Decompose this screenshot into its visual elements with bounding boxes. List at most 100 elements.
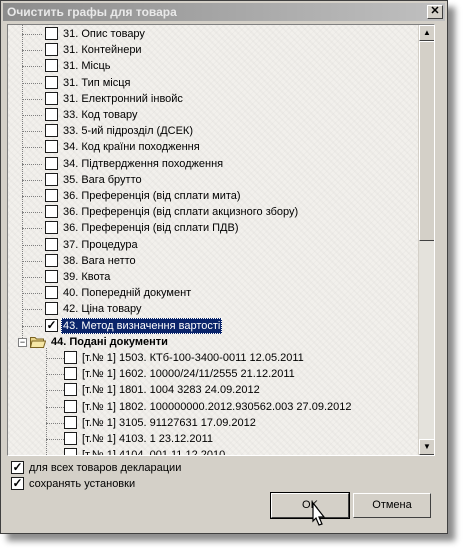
tree-child-label: [т.№ 1] 1602. 10000/24/11/2555 21.12.201… <box>82 368 295 381</box>
tree-item[interactable]: 31. Місць <box>8 58 418 74</box>
tree-item-checkbox[interactable] <box>45 253 58 267</box>
tree-item[interactable]: 38. Вага нетто <box>8 253 418 269</box>
fields-tree[interactable]: ▲ ▼ 31. Опис товару 31. Контейнери 31. Міс… <box>7 24 435 456</box>
tree-child-item[interactable]: [т.№ 1] 1801. 1004 3283 24.09.2012 <box>8 382 418 398</box>
tree-branch-line <box>22 228 42 230</box>
tree-item[interactable]: 31. Тип місця <box>8 75 418 91</box>
tree-child-checkbox[interactable] <box>64 351 77 364</box>
tree-item[interactable]: 33. Код товару <box>8 107 418 123</box>
tree-item[interactable]: 36. Преференція (від сплати ПДВ) <box>8 220 418 236</box>
tree-item-checkbox[interactable] <box>45 189 58 202</box>
tree-item-label: 33. 5-ий підрозділ (ДСЕК) <box>63 125 194 138</box>
tree-item-checkbox[interactable] <box>45 108 58 121</box>
save-settings-label: сохранять установки <box>29 478 136 490</box>
tree-item-label: 42. Ціна товару <box>63 303 142 316</box>
tree-child-checkbox[interactable] <box>64 432 77 445</box>
tree-item-checkbox[interactable] <box>45 43 58 57</box>
tree-item-checkbox[interactable] <box>45 302 58 316</box>
tree-group-label: 44. Подані документи <box>51 335 168 348</box>
vertical-scrollbar[interactable]: ▲ ▼ <box>418 25 434 455</box>
tree-item[interactable]: ✓ 43. Метод визначення вартості <box>8 317 418 334</box>
tree-child-checkbox[interactable] <box>64 383 77 397</box>
tree-item-checkbox[interactable] <box>45 156 58 170</box>
tree-item-checkbox[interactable] <box>45 237 58 251</box>
tree-child-checkbox[interactable] <box>64 448 77 455</box>
tree-item-checkbox[interactable] <box>45 140 58 154</box>
tree-item-label: 31. Електронний інвойс <box>63 92 183 105</box>
tree-group[interactable]: − 44. Подані документи <box>8 334 418 350</box>
tree-child-item[interactable]: [т.№ 1] 3105. 91127631 17.09.2012 <box>8 415 418 431</box>
tree-child-label: [т.№ 1] 1802. 100000000.2012.930562.003 … <box>82 400 352 413</box>
tree-item-label: 37. Процедура <box>63 238 138 251</box>
scroll-down-button[interactable]: ▼ <box>419 439 434 455</box>
tree-item[interactable]: 33. 5-ий підрозділ (ДСЕК) <box>8 123 418 139</box>
tree-item[interactable]: 37. Процедура <box>8 237 418 253</box>
tree-branch-line <box>46 358 64 359</box>
tree-item-label: 40. Попередній документ <box>63 287 192 300</box>
tree-child-label: [т.№ 1] 4104. 001 11.12.2010 <box>82 449 226 456</box>
tree-item-checkbox[interactable] <box>45 270 58 283</box>
scroll-thumb[interactable] <box>419 41 434 241</box>
tree-item-label: 31. Контейнери <box>63 44 142 57</box>
tree-child-item[interactable]: [т.№ 1] 1802. 100000000.2012.930562.003 … <box>8 399 418 415</box>
tree-item[interactable]: 39. Квота <box>8 269 418 285</box>
tree-child-item[interactable]: [т.№ 1] 1503. КТб-100-3400-0011 12.05.20… <box>8 350 418 366</box>
tree-child-checkbox[interactable] <box>64 399 77 413</box>
cancel-button[interactable]: Отмена <box>353 493 431 518</box>
scroll-up-button[interactable]: ▲ <box>419 25 434 41</box>
tree-branch-line <box>22 260 42 262</box>
tree-branch-line <box>22 98 42 100</box>
tree-branch-line <box>46 455 64 456</box>
tree-branch-line <box>46 439 64 440</box>
save-settings-checkbox[interactable]: ✓ <box>11 477 24 490</box>
tree-child-checkbox[interactable] <box>64 367 77 381</box>
tree-child-label: [т.№ 1] 4103. 1 23.12.2011 <box>82 433 214 445</box>
tree-item[interactable]: 36. Преференція (від сплати акцизного зб… <box>8 204 418 220</box>
tree-item[interactable]: 36. Преференція (від сплати мита) <box>8 188 418 204</box>
tree-item-checkbox[interactable] <box>45 172 58 186</box>
tree-branch-line <box>22 82 42 84</box>
tree-item-checkbox[interactable] <box>45 124 58 138</box>
tree-item-checkbox[interactable] <box>45 205 58 219</box>
tree-item[interactable]: 31. Електронний інвойс <box>8 91 418 107</box>
tree-item-checkbox[interactable] <box>45 286 58 300</box>
tree-item[interactable]: 31. Опис товару <box>8 26 418 42</box>
tree-child-label: [т.№ 1] 1801. 1004 3283 24.09.2012 <box>82 384 260 397</box>
tree-item-label: 31. Місць <box>63 60 111 73</box>
tree-item-checkbox[interactable]: ✓ <box>45 318 58 332</box>
tree-branch-line <box>22 179 42 181</box>
tree-item-checkbox[interactable] <box>45 221 58 235</box>
tree-item-label: 39. Квота <box>63 271 111 283</box>
tree-branch-line <box>22 244 42 246</box>
tree-branch-line <box>22 115 42 116</box>
tree-branch-line <box>46 390 64 392</box>
tree-branch-line <box>22 66 42 68</box>
tree-item-label: 38. Вага нетто <box>63 254 136 267</box>
tree-child-checkbox[interactable] <box>64 415 77 429</box>
tree-item[interactable]: 42. Ціна товару <box>8 301 418 317</box>
tree-item-checkbox[interactable] <box>45 27 58 40</box>
collapse-toggle[interactable]: − <box>18 337 27 347</box>
tree-branch-line <box>22 277 42 278</box>
tree-item[interactable]: 34. Підтвердження походження <box>8 156 418 172</box>
tree-branch-line <box>22 212 42 214</box>
tree-item-checkbox[interactable] <box>45 75 58 89</box>
tree-item[interactable]: 31. Контейнери <box>8 42 418 58</box>
tree-item-checkbox[interactable] <box>45 91 58 105</box>
tree-item[interactable]: 40. Попередній документ <box>8 285 418 301</box>
tree-child-item[interactable]: [т.№ 1] 4103. 1 23.12.2011 <box>8 431 418 447</box>
tree-item-checkbox[interactable] <box>45 59 58 73</box>
all-goods-checkbox[interactable]: ✓ <box>11 461 24 474</box>
tree-item[interactable]: 34. Код країни походження <box>8 139 418 155</box>
close-button[interactable]: ✕ <box>427 5 443 19</box>
tree-branch-line <box>22 325 42 327</box>
title-bar[interactable]: Очистить графы для товара ✕ <box>3 3 445 21</box>
tree-item-label: 34. Підтвердження походження <box>63 157 224 170</box>
tree-child-item[interactable]: [т.№ 1] 1602. 10000/24/11/2555 21.12.201… <box>8 366 418 382</box>
tree-item-label: 34. Код країни походження <box>63 141 200 154</box>
tree-item-label: 33. Код товару <box>63 109 138 121</box>
tree-item-label: 35. Вага брутто <box>63 173 142 186</box>
tree-branch-line <box>22 196 42 197</box>
tree-child-item[interactable]: [т.№ 1] 4104. 001 11.12.2010 <box>8 447 418 456</box>
tree-item[interactable]: 35. Вага брутто <box>8 172 418 188</box>
